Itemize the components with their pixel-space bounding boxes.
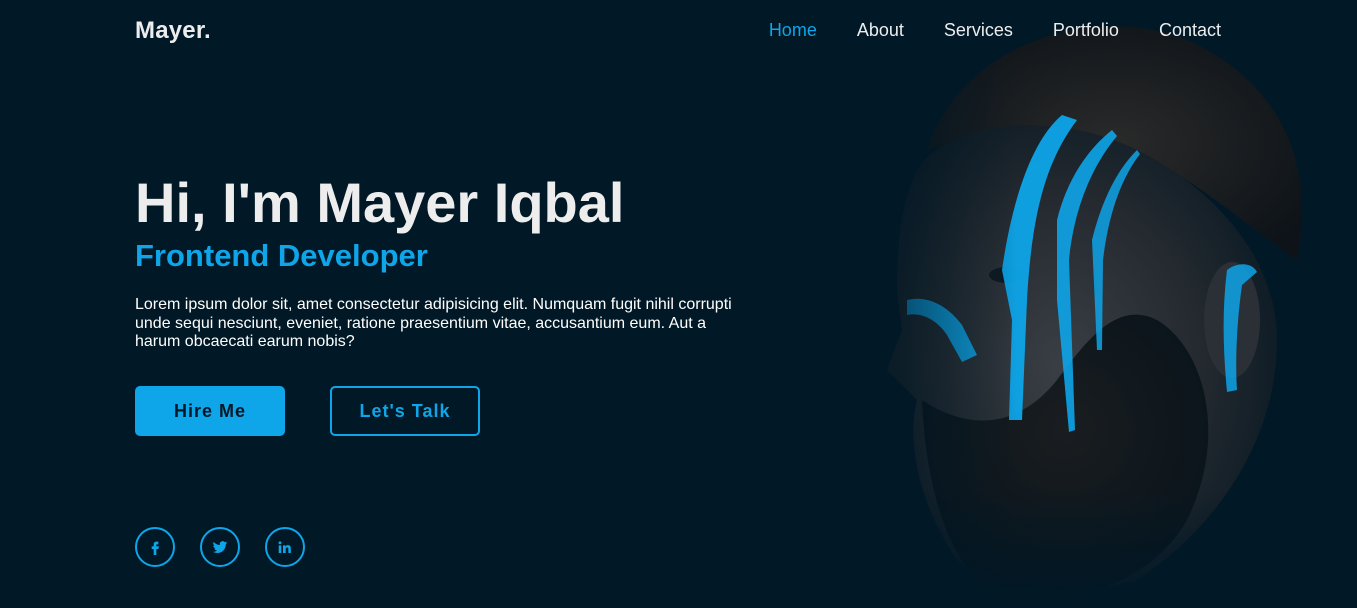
twitter-link[interactable] [200, 527, 240, 567]
linkedin-link[interactable] [265, 527, 305, 567]
facebook-link[interactable] [135, 527, 175, 567]
nav-link-home[interactable]: Home [769, 20, 817, 41]
nav-link-about[interactable]: About [857, 20, 904, 41]
social-links [135, 527, 305, 567]
site-logo[interactable]: Mayer. [135, 17, 211, 45]
nav-link-portfolio[interactable]: Portfolio [1053, 20, 1119, 41]
hero-buttons: Hire Me Let's Talk [135, 386, 480, 436]
image-fade-bottom [757, 488, 1357, 608]
nav-link-contact[interactable]: Contact [1159, 20, 1221, 41]
site-header: Mayer. Home About Services Portfolio Con… [0, 0, 1357, 64]
facebook-icon [151, 541, 159, 555]
lets-talk-button[interactable]: Let's Talk [330, 386, 480, 436]
hero-subtitle: Frontend Developer [135, 238, 428, 273]
hero-portrait-image [757, 0, 1357, 608]
hire-me-button[interactable]: Hire Me [135, 386, 285, 436]
main-nav: Home About Services Portfolio Contact [769, 20, 1221, 41]
linkedin-icon [278, 541, 291, 553]
nav-link-services[interactable]: Services [944, 20, 1013, 41]
hero-description: Lorem ipsum dolor sit, amet consectetur … [135, 296, 732, 350]
twitter-icon [212, 541, 228, 554]
hero-title: Hi, I'm Mayer Iqbal [135, 171, 625, 234]
hero-content: Hi, I'm Mayer Iqbal Frontend Developer L… [135, 172, 755, 352]
